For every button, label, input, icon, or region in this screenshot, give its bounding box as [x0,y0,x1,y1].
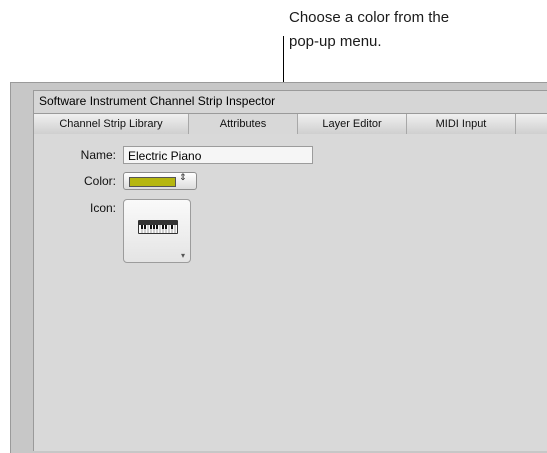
icon-menu-arrow-icon: ▾ [180,251,185,260]
tab-layer-editor[interactable]: Layer Editor [298,114,407,134]
callout-line-2: pop-up menu. [289,33,382,50]
tab-attributes[interactable]: Attributes [189,114,298,134]
callout-line-1: Choose a color from the [289,9,450,26]
inspector-window: Software Instrument Channel Strip Inspec… [10,82,547,453]
tab-bar: Channel Strip Library Attributes Layer E… [34,113,547,135]
tab-midi-input[interactable]: MIDI Input [407,114,516,134]
inspector-title: Software Instrument Channel Strip Inspec… [39,94,276,108]
attributes-content: Name: Electric Piano Color: ⇕ Icon: ▾ [34,134,547,451]
name-field[interactable]: Electric Piano [123,146,313,164]
inspector-panel: Software Instrument Channel Strip Inspec… [33,90,547,451]
icon-label: Icon: [89,201,116,215]
color-popup-button[interactable]: ⇕ [123,172,197,190]
tab-channel-strip-library[interactable]: Channel Strip Library [34,114,189,134]
keyboard-icon [138,220,178,234]
popup-arrows-icon: ⇕ [179,172,187,182]
color-swatch [129,177,176,187]
icon-popup-button[interactable]: ▾ [123,199,191,263]
name-label: Name: [80,148,116,162]
callout-text: Choose a color from the pop-up menu. [289,6,529,54]
color-label: Color: [83,174,116,188]
